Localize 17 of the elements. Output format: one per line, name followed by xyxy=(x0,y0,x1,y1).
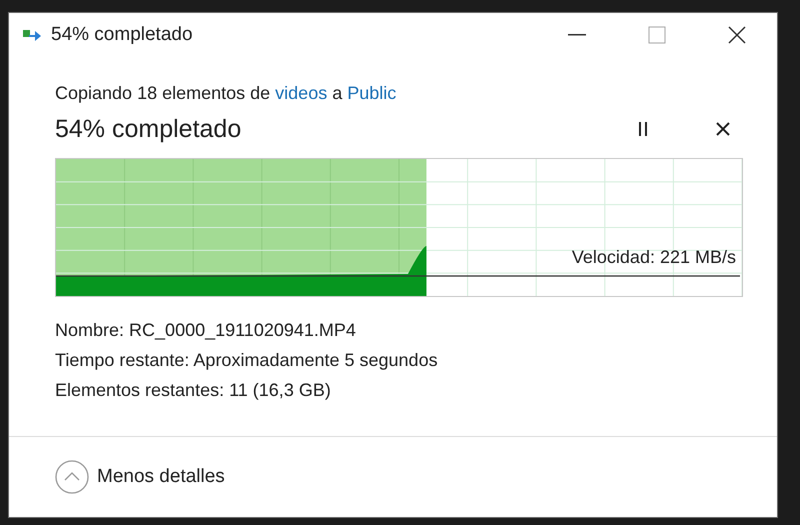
window-title: 54% completado xyxy=(51,24,194,46)
chevron-circle-icon xyxy=(55,460,89,494)
progress-heading: 54% completado xyxy=(55,114,242,144)
copy-summary: Copiando 18 elementos de videos a Public xyxy=(55,83,398,104)
details-toggle[interactable]: Menos detalles xyxy=(55,460,225,494)
source-link[interactable]: videos xyxy=(275,83,328,103)
close-icon xyxy=(728,26,746,44)
detail-line: Nombre: RC_0000_1911020941.MP4 xyxy=(55,319,357,341)
detail-line: Tiempo restante: Aproximadamente 5 segundos xyxy=(55,349,439,371)
speed-reading: Velocidad: 221 MB/s xyxy=(572,247,736,268)
destination-link[interactable]: Public xyxy=(347,83,396,103)
detail-line: Elementos restantes: 11 (16,3 GB) xyxy=(55,379,332,401)
close-icon xyxy=(716,122,730,136)
minimize-icon xyxy=(568,34,586,36)
pause-icon xyxy=(638,122,648,136)
copy-icon xyxy=(23,27,43,43)
maximize-icon xyxy=(648,26,666,44)
